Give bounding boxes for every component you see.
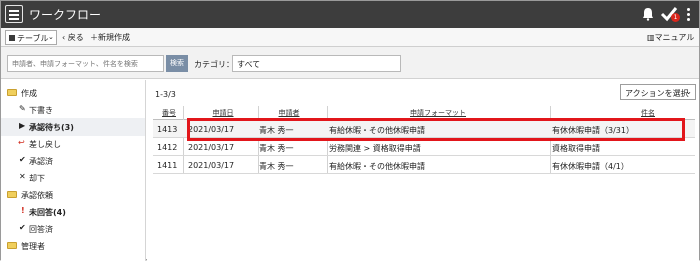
app-window: ワークフロー 1 テーブル ⌄ ‹ 戻る ＋新規作成 ▥マニュアル 検索 bbox=[0, 0, 700, 261]
column-header-format[interactable]: 申請フォーマット bbox=[403, 108, 473, 118]
sidebar-item-label: 作成 bbox=[21, 89, 37, 98]
sidebar-item-label: 未回答(4) bbox=[29, 208, 66, 217]
chevron-down-icon: ⌄ bbox=[685, 87, 692, 96]
sidebar-item-returned[interactable]: ↩ 差し戻し bbox=[1, 135, 145, 153]
folder-icon bbox=[7, 89, 17, 96]
sidebar-item-unanswered[interactable]: ! 未回答(4) bbox=[1, 203, 145, 221]
search-bar: 検索 カテゴリ： すべて bbox=[1, 47, 699, 79]
exclamation-icon: ! bbox=[21, 206, 25, 215]
column-header-date[interactable]: 申請日 bbox=[198, 108, 248, 118]
cell-subject: 有休休暇申請（4/1） bbox=[552, 162, 629, 171]
book-icon: ▥ bbox=[647, 33, 655, 42]
cell-date: 2021/03/17 bbox=[188, 161, 235, 170]
check-icon: ✔ bbox=[19, 223, 26, 232]
action-select[interactable]: アクションを選択 ⌄ bbox=[620, 84, 696, 100]
chevron-down-icon: ⌄ bbox=[48, 33, 54, 41]
sidebar-item-label: 承認依頼 bbox=[21, 191, 53, 200]
more-menu-icon[interactable] bbox=[685, 6, 691, 22]
category-label: カテゴリ： bbox=[194, 60, 234, 69]
plus-icon: ＋ bbox=[90, 33, 98, 42]
sidebar-item-label: 差し戻し bbox=[29, 140, 61, 149]
view-select-value: テーブル bbox=[17, 34, 49, 43]
back-button[interactable]: ‹ 戻る bbox=[62, 32, 84, 43]
new-button[interactable]: ＋新規作成 bbox=[90, 32, 130, 43]
sidebar-item-label: 下書き bbox=[29, 106, 53, 115]
cell-applicant: 青木 秀一 bbox=[259, 162, 294, 171]
sidebar-item-drafts[interactable]: ✎ 下書き bbox=[1, 101, 145, 119]
main-panel: 1-3/3 アクションを選択 ⌄ 番号 申請日 申請者 申請フォーマット 件名 … bbox=[147, 80, 699, 261]
sidebar-item-admin[interactable]: 管理者 bbox=[1, 237, 145, 255]
cell-format: 労務関連 > 資格取得申請 bbox=[329, 144, 421, 153]
sidebar-item-answered[interactable]: ✔ 回答済 bbox=[1, 220, 145, 238]
bell-icon[interactable] bbox=[642, 7, 654, 21]
cell-number: 1412 bbox=[157, 143, 178, 152]
column-header-applicant[interactable]: 申請者 bbox=[269, 108, 309, 118]
sidebar-item-create[interactable]: 作成 bbox=[1, 84, 145, 102]
toolbar: テーブル ⌄ ‹ 戻る ＋新規作成 ▥マニュアル bbox=[1, 28, 699, 47]
sidebar-item-pending[interactable]: ▶ 承認待ち(3) bbox=[1, 118, 145, 136]
new-label: 新規作成 bbox=[98, 33, 130, 42]
table-icon bbox=[9, 35, 15, 41]
notification-badge: 1 bbox=[671, 13, 680, 22]
manual-label: マニュアル bbox=[654, 33, 695, 42]
folder-icon bbox=[7, 242, 17, 249]
search-button[interactable]: 検索 bbox=[166, 55, 188, 72]
cell-format: 有給休暇・その他休暇申請 bbox=[329, 162, 425, 171]
action-select-value: アクションを選択 bbox=[625, 89, 689, 98]
table-row[interactable]: 1411 2021/03/17 青木 秀一 有給休暇・その他休暇申請 有休休暇申… bbox=[153, 156, 695, 174]
hamburger-menu-icon[interactable] bbox=[5, 5, 23, 23]
search-input[interactable] bbox=[7, 55, 164, 72]
column-header-subject[interactable]: 件名 bbox=[603, 108, 693, 118]
highlight-box bbox=[187, 118, 685, 141]
sidebar-item-approval-requests[interactable]: 承認依頼 bbox=[1, 186, 145, 204]
view-select[interactable]: テーブル ⌄ bbox=[5, 30, 57, 45]
x-icon: ✕ bbox=[19, 172, 26, 181]
cell-date: 2021/03/17 bbox=[188, 143, 235, 152]
cell-number: 1413 bbox=[157, 125, 178, 134]
sidebar-item-label: 管理者 bbox=[21, 242, 45, 251]
return-arrow-icon: ↩ bbox=[18, 138, 25, 147]
sidebar-item-rejected[interactable]: ✕ 却下 bbox=[1, 169, 145, 187]
sidebar-item-label: 却下 bbox=[29, 174, 45, 183]
title-bar: ワークフロー 1 bbox=[1, 1, 699, 28]
sidebar-item-label: 回答済 bbox=[29, 225, 53, 234]
result-count: 1-3/3 bbox=[155, 90, 176, 99]
category-field[interactable]: すべて bbox=[232, 55, 401, 72]
cell-applicant: 青木 秀一 bbox=[259, 144, 294, 153]
folder-icon bbox=[7, 191, 17, 198]
check-icon: ✔ bbox=[19, 155, 26, 164]
sidebar-item-approved[interactable]: ✔ 承認済 bbox=[1, 152, 145, 170]
pencil-icon: ✎ bbox=[19, 104, 26, 113]
sidebar-item-label: 承認済 bbox=[29, 157, 53, 166]
back-label: 戻る bbox=[67, 33, 84, 42]
cell-number: 1411 bbox=[157, 161, 178, 170]
sidebar: 作成 ✎ 下書き ▶ 承認待ち(3) ↩ 差し戻し ✔ 承認済 ✕ 却下 承認依… bbox=[1, 80, 146, 261]
cell-subject: 資格取得申請 bbox=[552, 144, 600, 153]
manual-link[interactable]: ▥マニュアル bbox=[647, 32, 694, 43]
sidebar-item-label: 承認待ち(3) bbox=[29, 123, 74, 132]
app-title: ワークフロー bbox=[29, 8, 102, 22]
column-header-number[interactable]: 番号 bbox=[159, 108, 179, 118]
triangle-right-icon: ▶ bbox=[19, 121, 26, 130]
